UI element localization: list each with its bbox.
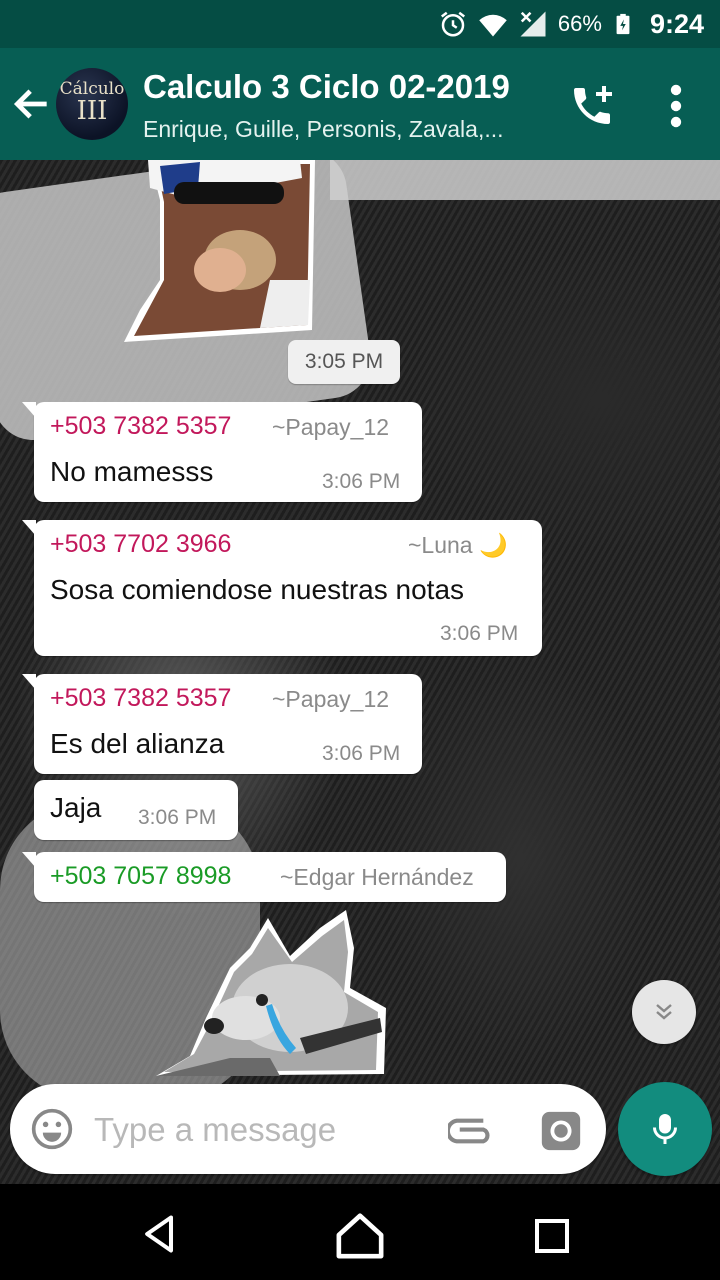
chat-title[interactable]: Calculo 3 Ciclo 02-2019 (143, 68, 510, 106)
status-bar: 66% 9:24 (0, 0, 720, 48)
chat-header: Cálculo III Calculo 3 Ciclo 02-2019 Enri… (0, 48, 720, 160)
avatar-text-line2: III (76, 96, 108, 126)
system-navigation-bar (0, 1184, 720, 1280)
sticker-crying-dog[interactable] (150, 908, 390, 1080)
signal-icon (520, 11, 546, 37)
message-time: 3:06 PM (322, 470, 401, 493)
message-composer (10, 1084, 606, 1174)
sender-phone[interactable]: +503 7382 5357 (50, 684, 231, 713)
message-time: 3:06 PM (440, 622, 519, 645)
nav-recent-apps-icon[interactable] (532, 1216, 572, 1256)
add-call-icon[interactable] (568, 82, 616, 130)
sender-alias: ~Papay_12 (272, 686, 390, 712)
chat-area[interactable]: 3:05 PM +503 7382 5357 ~Papay_12 No mame… (0, 160, 720, 1184)
message-bubble[interactable]: +503 7382 5357 ~Papay_12 Es del alianza … (22, 674, 422, 774)
wallpaper-shape (330, 160, 720, 200)
message-bubble[interactable]: +503 7057 8998 ~Edgar Hernández (22, 852, 506, 902)
sender-alias: ~Luna 🌙 (408, 532, 508, 558)
chat-participants[interactable]: Enrique, Guille, Personis, Zavala,... (143, 116, 543, 143)
attach-icon[interactable] (448, 1106, 498, 1156)
nav-home-icon[interactable] (332, 1210, 388, 1260)
voice-record-button[interactable] (618, 1082, 712, 1176)
back-arrow-icon[interactable] (10, 78, 54, 130)
battery-charging-icon (616, 13, 630, 35)
camera-icon[interactable] (538, 1108, 584, 1154)
message-time: 3:06 PM (322, 742, 401, 765)
message-bubble[interactable]: +503 7702 3966 ~Luna 🌙 Sosa comiendose n… (22, 520, 542, 656)
scroll-to-bottom-button[interactable] (632, 980, 696, 1044)
sender-alias: ~Papay_12 (272, 414, 390, 440)
alarm-icon (440, 11, 465, 37)
sticker-man-eating[interactable] (120, 160, 320, 342)
nav-back-icon[interactable] (136, 1212, 184, 1256)
message-bubble[interactable]: Jaja 3:06 PM (34, 780, 238, 840)
message-text: No mamesss (50, 456, 214, 487)
double-chevron-down-icon (656, 1004, 672, 1020)
message-time: 3:06 PM (138, 806, 217, 829)
emoji-icon[interactable] (30, 1107, 74, 1151)
sender-alias: ~Edgar Hernández (280, 864, 474, 890)
group-avatar[interactable]: Cálculo III (56, 68, 128, 140)
microphone-icon (653, 1114, 677, 1144)
battery-percent: 66% (557, 11, 602, 36)
sender-phone[interactable]: +503 7057 8998 (50, 862, 231, 891)
message-bubble[interactable]: +503 7382 5357 ~Papay_12 No mamesss 3:06… (22, 402, 422, 502)
sender-phone[interactable]: +503 7702 3966 (50, 530, 231, 559)
message-input[interactable] (94, 1104, 434, 1156)
message-text: Jaja (50, 792, 102, 823)
clock: 9:24 (649, 8, 704, 39)
sticker-timestamp: 3:05 PM (288, 340, 400, 384)
message-text: Sosa comiendose nuestras notas (50, 574, 465, 605)
sender-phone[interactable]: +503 7382 5357 (50, 412, 231, 441)
message-text: Es del alianza (50, 728, 225, 759)
wifi-icon (479, 14, 507, 37)
more-options-icon[interactable] (660, 82, 692, 130)
